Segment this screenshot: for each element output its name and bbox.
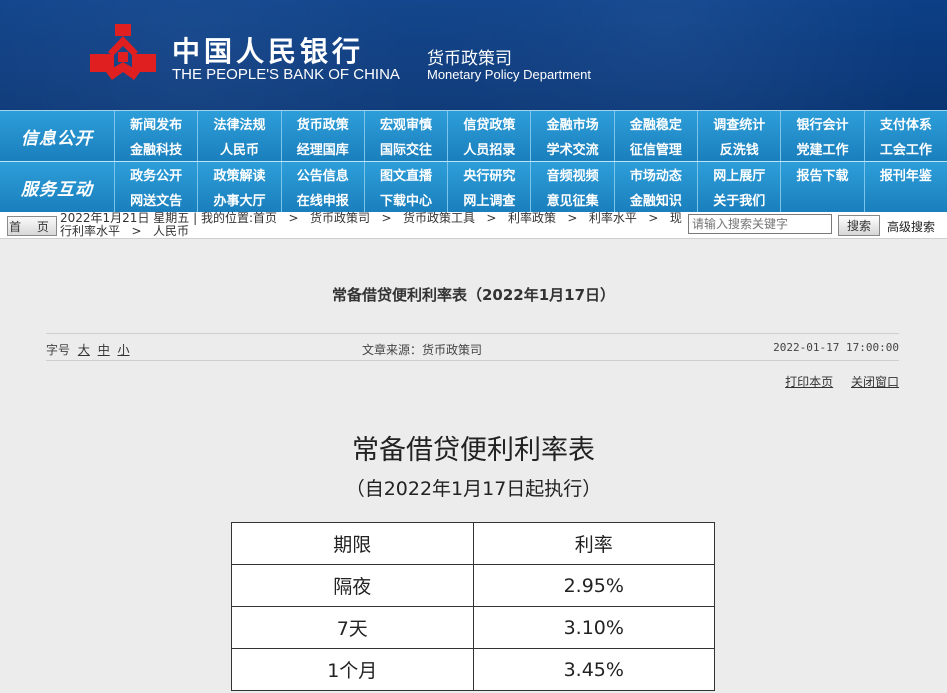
print-page-link[interactable]: 打印本页 — [785, 375, 833, 389]
nav-item[interactable]: 意见征集 — [530, 187, 613, 212]
department-name-cn: 货币政策司 — [427, 49, 512, 69]
column-header-term: 期限 — [231, 522, 474, 565]
nav-item[interactable]: 下载中心 — [363, 187, 447, 212]
table-heading: 常备借贷便利利率表 — [352, 435, 595, 466]
nav-item-empty — [863, 187, 947, 212]
close-window-link[interactable]: 关闭窗口 — [851, 375, 899, 389]
nav-item[interactable]: 信贷政策 — [447, 111, 530, 136]
rate-cell: 2.95% — [472, 564, 715, 607]
article-source: 文章来源：货币政策司 — [362, 343, 483, 357]
breadcrumb-item[interactable]: 人民币 — [153, 224, 189, 238]
font-size-control: 字号 大 中 小 — [46, 341, 130, 358]
nav-band-service: 服务互动 政务公开 政策解读 公告信息 图文直播 央行研究 音频视频 市场动态 … — [0, 161, 947, 212]
rate-cell: 3.10% — [472, 606, 715, 649]
breadcrumb-item[interactable]: 利率政策 — [508, 211, 556, 225]
breadcrumb-bar: 首 页 2022年1月21日 星期五 | 我的位置:首页 > 货币政策司 > 货… — [0, 212, 947, 239]
nav-item[interactable]: 宏观审慎 — [363, 111, 447, 136]
breadcrumb-separator: | — [193, 211, 201, 225]
nav-item[interactable]: 央行研究 — [447, 162, 530, 187]
nav-item[interactable]: 公告信息 — [280, 162, 364, 187]
breadcrumb-separator: > — [478, 211, 505, 225]
font-size-small[interactable]: 小 — [118, 343, 130, 357]
department-name-en: Monetary Policy Department — [427, 67, 592, 82]
advanced-search-link[interactable]: 高级搜索 — [887, 218, 935, 235]
nav-item[interactable]: 网送文告 — [114, 187, 197, 212]
font-size-medium[interactable]: 中 — [98, 343, 110, 357]
search-input[interactable] — [688, 214, 832, 234]
nav-item[interactable]: 人员招录 — [447, 136, 530, 161]
breadcrumb-location-label[interactable]: 我的位置:首页 — [201, 211, 277, 225]
table-subheading: （自2022年1月17日起执行） — [345, 478, 602, 500]
nav-grid-info: 新闻发布 法律法规 货币政策 宏观审慎 信贷政策 金融市场 金融稳定 调查统计 … — [114, 111, 947, 161]
article-title: 常备借贷便利利率表（2022年1月17日） — [331, 286, 616, 304]
nav-item[interactable]: 新闻发布 — [114, 111, 197, 136]
nav-item[interactable]: 报刊年鉴 — [863, 162, 947, 187]
bank-name-en: THE PEOPLE'S BANK OF CHINA — [172, 66, 400, 83]
table-header-row: 期限 利率 — [231, 522, 715, 565]
nav-item[interactable]: 金融市场 — [530, 111, 613, 136]
nav-item[interactable]: 银行会计 — [780, 111, 863, 136]
rate-cell: 3.45% — [472, 648, 715, 691]
nav-item[interactable]: 货币政策 — [280, 111, 364, 136]
breadcrumb-item[interactable]: 货币政策司 — [310, 211, 370, 225]
nav-item[interactable]: 工会工作 — [863, 136, 947, 161]
nav-item[interactable]: 在线申报 — [280, 187, 364, 212]
nav-item[interactable]: 经理国库 — [280, 136, 364, 161]
term-cell: 隔夜 — [231, 564, 474, 607]
term-cell: 1个月 — [231, 648, 474, 691]
nav-item[interactable]: 网上展厅 — [697, 162, 780, 187]
table-row: 隔夜 2.95% — [231, 564, 715, 607]
nav-item[interactable]: 法律法规 — [197, 111, 280, 136]
table-row: 1个月 3.45% — [231, 648, 715, 691]
nav-item[interactable]: 人民币 — [197, 136, 280, 161]
nav-item[interactable]: 报告下载 — [780, 162, 863, 187]
font-size-large[interactable]: 大 — [78, 343, 90, 357]
nav-section-label: 服务互动 — [21, 179, 93, 200]
current-date: 2022年1月21日 星期五 — [60, 211, 190, 225]
article-tools: 打印本页 关闭窗口 — [771, 373, 899, 390]
nav-item[interactable]: 金融知识 — [613, 187, 697, 212]
font-size-label: 字号 — [46, 343, 71, 357]
home-button[interactable]: 首 页 — [7, 216, 57, 236]
column-header-rate: 利率 — [472, 522, 715, 565]
nav-item[interactable]: 关于我们 — [697, 187, 780, 212]
nav-band-info: 信息公开 新闻发布 法律法规 货币政策 宏观审慎 信贷政策 金融市场 金融稳定 … — [0, 110, 947, 161]
nav-item[interactable]: 网上调查 — [447, 187, 530, 212]
nav-grid-service: 政务公开 政策解读 公告信息 图文直播 央行研究 音频视频 市场动态 网上展厅 … — [114, 162, 947, 212]
nav-item[interactable]: 办事大厅 — [197, 187, 280, 212]
nav-item[interactable]: 学术交流 — [530, 136, 613, 161]
nav-item[interactable]: 调查统计 — [697, 111, 780, 136]
article-date: 2022-01-17 17:00:00 — [773, 341, 899, 354]
nav-item[interactable]: 金融科技 — [114, 136, 197, 161]
nav-item[interactable]: 征信管理 — [613, 136, 697, 161]
nav-item[interactable]: 图文直播 — [363, 162, 447, 187]
nav-item[interactable]: 音频视频 — [530, 162, 613, 187]
nav-item[interactable]: 政务公开 — [114, 162, 197, 187]
site-header: 中国人民银行 THE PEOPLE'S BANK OF CHINA 货币政策司 … — [0, 0, 947, 110]
bank-name-cn: 中国人民银行 — [172, 35, 365, 68]
breadcrumb-separator: > — [559, 211, 586, 225]
pboc-logo-icon[interactable] — [88, 22, 158, 86]
search-button[interactable]: 搜索 — [838, 215, 880, 236]
nav-item-empty — [780, 187, 863, 212]
rate-table: 期限 利率 隔夜 2.95% 7天 3.10% 1个月 3.45% — [231, 522, 715, 691]
table-row: 7天 3.10% — [231, 606, 715, 649]
nav-item[interactable]: 金融稳定 — [613, 111, 697, 136]
breadcrumb-separator: > — [640, 211, 667, 225]
article-meta-bar: 字号 大 中 小 文章来源：货币政策司 2022-01-17 17:00:00 — [46, 333, 899, 361]
nav-item[interactable]: 支付体系 — [863, 111, 947, 136]
nav-item[interactable]: 政策解读 — [197, 162, 280, 187]
breadcrumb-separator: > — [280, 211, 307, 225]
nav-section-label: 信息公开 — [21, 128, 93, 149]
nav-item[interactable]: 国际交往 — [363, 136, 447, 161]
nav-item[interactable]: 反洗钱 — [697, 136, 780, 161]
breadcrumb: 2022年1月21日 星期五 | 我的位置:首页 > 货币政策司 > 货币政策工… — [60, 212, 685, 238]
breadcrumb-item[interactable]: 利率水平 — [589, 211, 637, 225]
nav-item[interactable]: 党建工作 — [780, 136, 863, 161]
nav-item[interactable]: 市场动态 — [613, 162, 697, 187]
breadcrumb-separator: > — [373, 211, 400, 225]
term-cell: 7天 — [231, 606, 474, 649]
breadcrumb-separator: > — [123, 224, 150, 238]
breadcrumb-item[interactable]: 货币政策工具 — [403, 211, 475, 225]
